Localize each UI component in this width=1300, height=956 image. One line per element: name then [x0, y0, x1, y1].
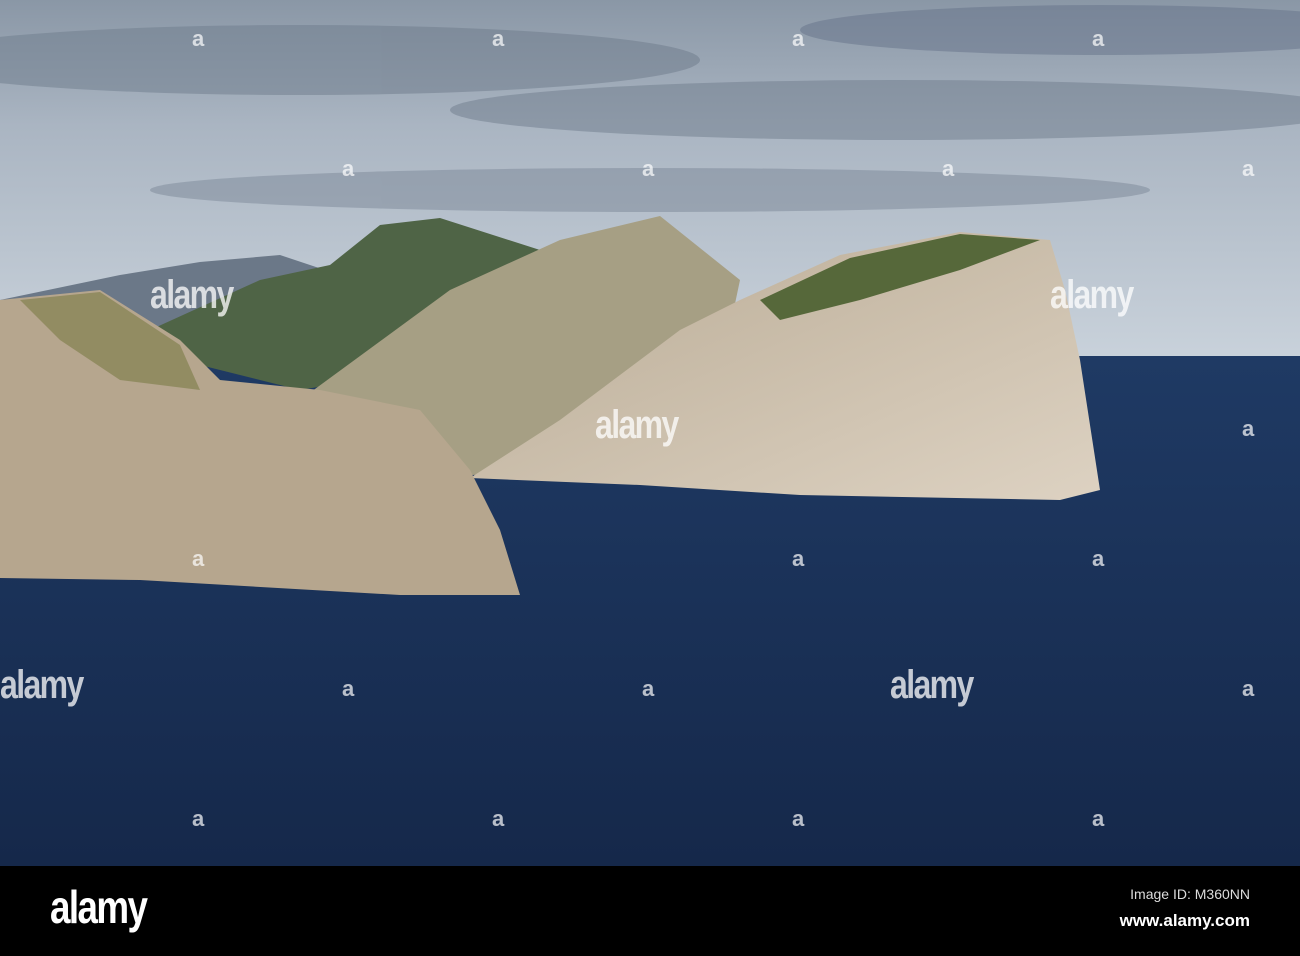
watermark-mark: a	[642, 676, 655, 701]
watermark-mark: a	[792, 806, 805, 831]
watermark-mark: a	[642, 156, 655, 181]
watermark-mark: a	[492, 806, 505, 831]
watermark-text: alamy	[0, 663, 84, 707]
watermark-mark: a	[942, 156, 955, 181]
watermark-text: alamy	[595, 403, 679, 447]
watermark-mark: a	[492, 26, 505, 51]
watermark-mark: a	[342, 676, 355, 701]
watermark-mark: a	[792, 546, 805, 571]
site-url: www.alamy.com	[1119, 911, 1250, 930]
watermark-mark: a	[1242, 416, 1255, 441]
watermark-text: alamy	[1050, 273, 1134, 317]
watermark-mark: a	[192, 546, 205, 571]
watermark-text: alamy	[150, 273, 234, 317]
image-id: Image ID: M360NN	[1130, 886, 1250, 902]
alamy-logo: alamy	[50, 881, 148, 933]
footer-bar: alamy Image ID: M360NN www.alamy.com	[0, 866, 1300, 956]
watermark-mark: a	[792, 26, 805, 51]
watermark-mark: a	[1242, 676, 1255, 701]
watermark-mark: a	[1092, 26, 1105, 51]
watermark-mark: a	[192, 806, 205, 831]
watermark-mark: a	[1242, 156, 1255, 181]
stock-photo: alamy alamy alamy alamy alamy a a a a a …	[0, 0, 1300, 956]
watermark-mark: a	[1092, 546, 1105, 571]
watermark-mark: a	[342, 156, 355, 181]
watermark-mark: a	[192, 26, 205, 51]
watermark-mark: a	[1092, 806, 1105, 831]
watermark-text: alamy	[890, 663, 974, 707]
